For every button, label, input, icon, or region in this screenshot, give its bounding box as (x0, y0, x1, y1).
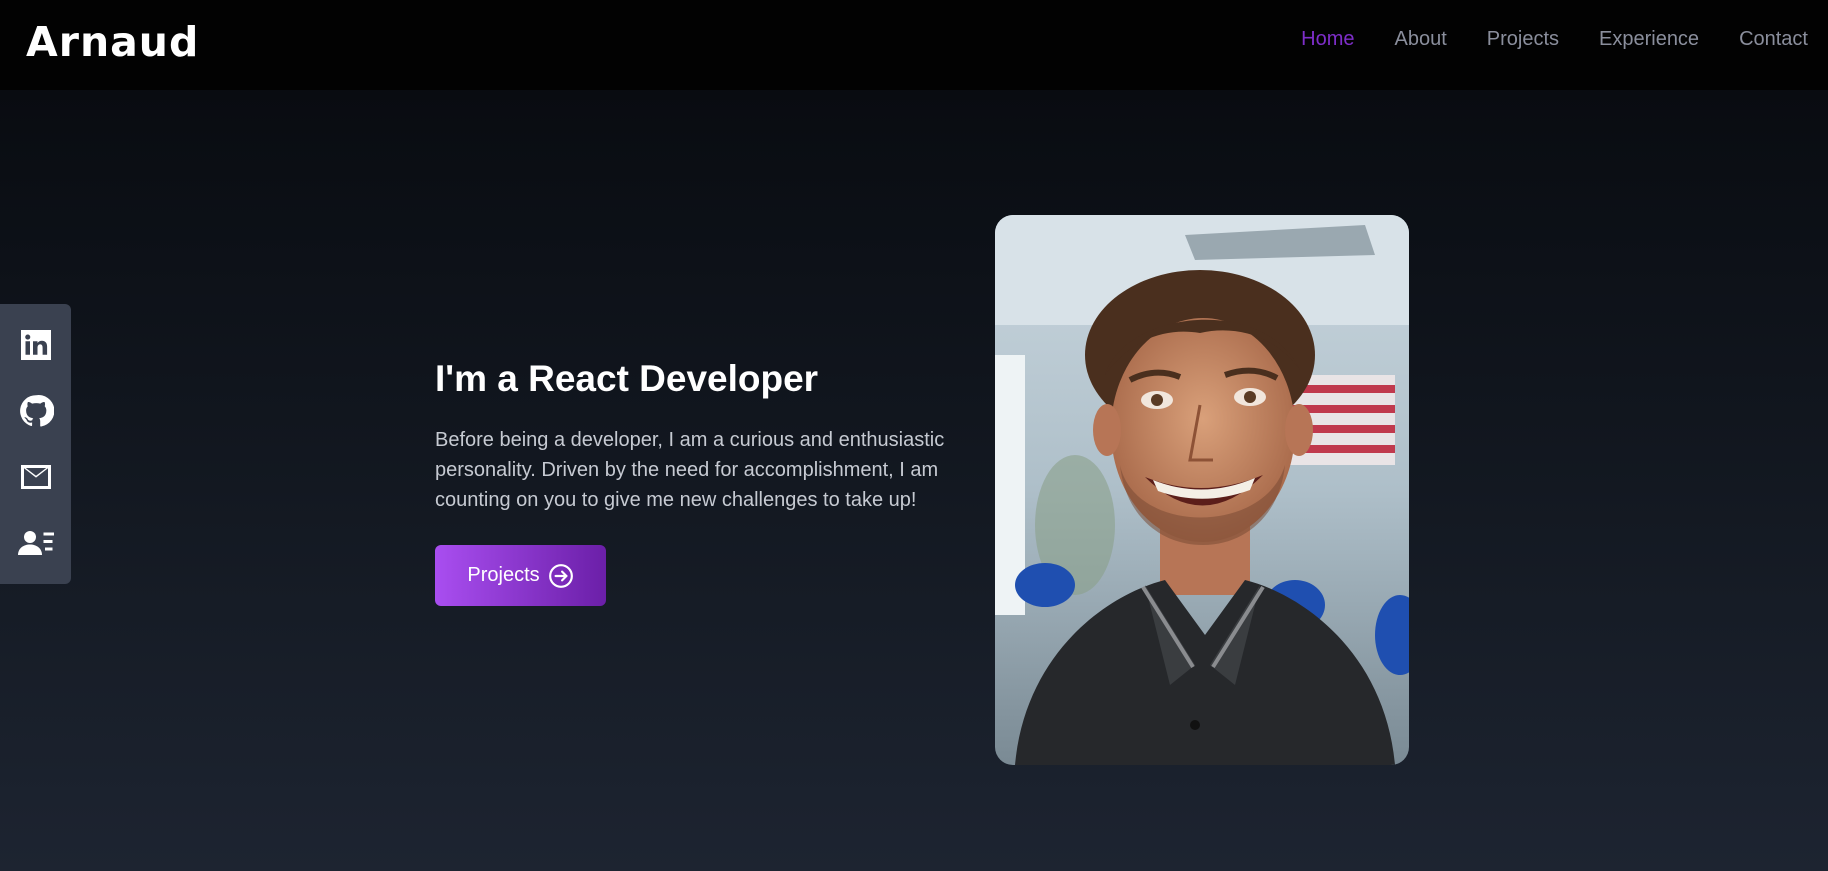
mail-icon[interactable] (16, 457, 56, 497)
projects-button[interactable]: Projects (435, 545, 606, 606)
site-header: Arnaud Home About Projects Experience Co… (0, 0, 1828, 90)
main-nav: Home About Projects Experience Contact (1301, 28, 1808, 51)
projects-button-label: Projects (467, 564, 540, 586)
nav-experience[interactable]: Experience (1599, 28, 1699, 51)
hero-title: I'm a React Developer (435, 358, 819, 399)
nav-about[interactable]: About (1394, 28, 1446, 51)
contact-card-icon[interactable] (16, 523, 56, 563)
nav-contact[interactable]: Contact (1739, 28, 1808, 51)
github-icon[interactable] (16, 391, 56, 431)
social-sidebar (0, 304, 71, 584)
nav-projects[interactable]: Projects (1487, 28, 1559, 51)
profile-photo (995, 215, 1409, 765)
page: Arnaud Home About Projects Experience Co… (0, 0, 1828, 871)
arrow-right-circle-icon (548, 563, 573, 588)
nav-home[interactable]: Home (1301, 28, 1354, 51)
linkedin-icon[interactable] (16, 325, 56, 365)
hero-description: Before being a developer, I am a curious… (435, 429, 945, 511)
site-logo[interactable]: Arnaud (26, 18, 199, 66)
